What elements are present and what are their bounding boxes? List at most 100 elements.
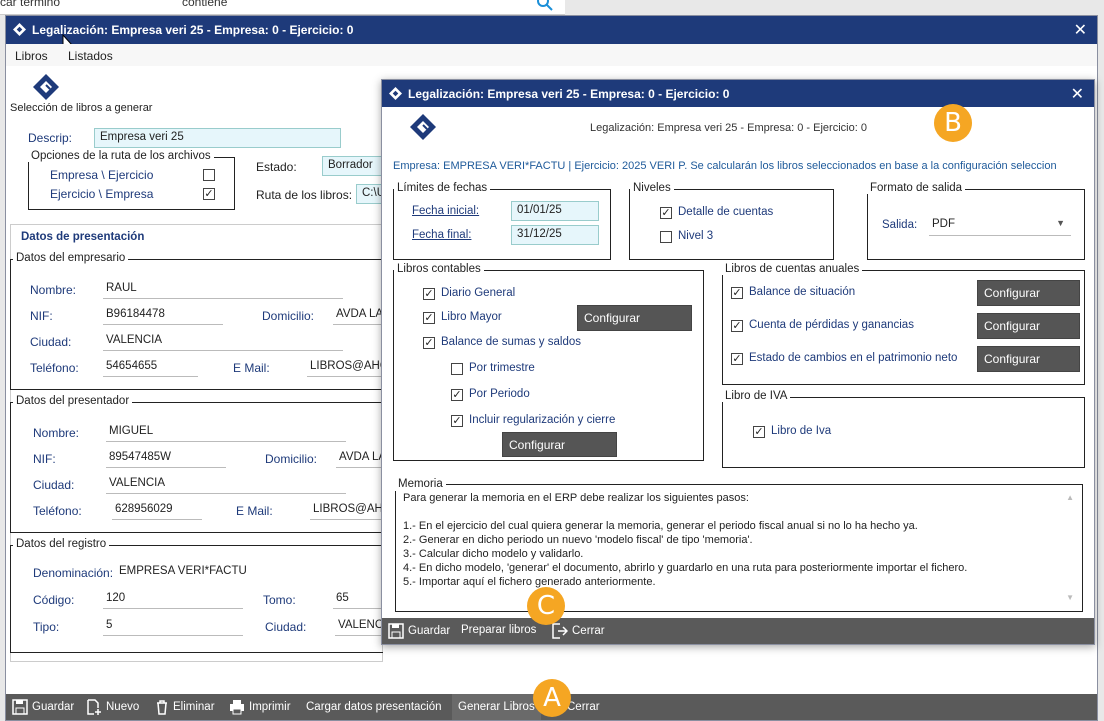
regularizacion-checkbox[interactable]: ✓ (451, 415, 463, 427)
presentador-nombre-input[interactable]: MIGUEL (106, 425, 346, 442)
fecha-final-label[interactable]: Fecha final: (412, 229, 471, 241)
annotation-badge-b: B (934, 104, 972, 142)
nivel3-checkbox[interactable] (660, 231, 672, 243)
main-nuevo-button[interactable]: Nuevo (106, 701, 139, 713)
dialog-close-button[interactable]: ✕ (1071, 84, 1084, 104)
registro-denominacion-input[interactable]: EMPRESA VERI*FACTU (116, 565, 383, 582)
printer-icon (230, 700, 244, 715)
chevron-down-icon: ▼ (1056, 218, 1065, 228)
fecha-inicial-label[interactable]: Fecha inicial: (412, 205, 479, 217)
empresario-telefono-input[interactable]: 54654655 (103, 360, 198, 377)
formato-salida-group: Formato de salida Salida: PDF ▼ (867, 182, 1085, 260)
menu-listados[interactable]: Listados (68, 49, 113, 63)
memoria-title: Memoria (395, 477, 446, 491)
balance-situacion-checkbox[interactable]: ✓ (731, 287, 743, 299)
main-guardar-button[interactable]: Guardar (32, 701, 74, 713)
opt-ejercicio-empresa-checkbox[interactable]: ✓ (203, 188, 215, 200)
main-cerrar-button[interactable]: Cerrar (567, 701, 600, 713)
empresario-email-input[interactable]: LIBROS@AHO (307, 360, 383, 377)
main-imprimir-button[interactable]: Imprimir (249, 701, 291, 713)
patrimonio-neto-checkbox[interactable]: ✓ (731, 353, 743, 365)
libro-iva-title: Libro de IVA (722, 390, 791, 402)
scroll-down-icon[interactable]: ▼ (1066, 591, 1074, 605)
configurar-situacion-button[interactable]: Configurar (977, 280, 1080, 306)
empresario-nif-input[interactable]: B96184478 (103, 308, 223, 325)
presentador-ciudad-label: Ciudad: (33, 478, 75, 492)
detalle-cuentas-checkbox[interactable]: ✓ (660, 207, 672, 219)
por-trimestre-label: Por trimestre (469, 362, 535, 374)
opciones-ruta-group: Opciones de la ruta de los archivos Empr… (28, 150, 235, 210)
menu-libros[interactable]: Libros (15, 49, 48, 63)
fecha-final-input[interactable]: 31/12/25 (511, 225, 599, 245)
configurar-patrimonio-button[interactable]: Configurar (977, 346, 1080, 372)
opt-empresa-ejercicio-label: Empresa \ Ejercicio (50, 168, 154, 182)
por-trimestre-checkbox[interactable] (451, 363, 463, 375)
registro-tipo-input[interactable]: 5 (103, 619, 243, 636)
memoria-line: 5.- Importar aquí el fichero generado an… (403, 576, 656, 588)
preparar-libros-button[interactable]: Preparar libros (461, 624, 536, 636)
balance-sumas-checkbox[interactable]: ✓ (423, 337, 435, 349)
presentador-nombre-label: Nombre: (33, 426, 80, 440)
memoria-line: 2.- Generar en dicho periodo un nuevo 'm… (403, 534, 753, 546)
configurar-mayor-button[interactable]: Configurar (577, 305, 692, 331)
empresario-ciudad-label: Ciudad: (30, 335, 72, 349)
annotation-badge-c: C (527, 587, 565, 625)
scroll-up-icon[interactable]: ▲ (1066, 491, 1074, 505)
estado-select[interactable]: Borrador (322, 156, 384, 176)
limites-fechas-group: Límites de fechas Fecha inicial: 01/01/2… (393, 182, 611, 260)
presentador-ciudad-input[interactable]: VALENCIA (106, 477, 346, 494)
dialog-guardar-button[interactable]: Guardar (408, 625, 450, 637)
por-periodo-checkbox[interactable]: ✓ (451, 389, 463, 401)
libro-mayor-checkbox[interactable]: ✓ (423, 312, 435, 324)
dialog-cerrar-button[interactable]: Cerrar (572, 625, 605, 637)
salida-label: Salida: (882, 219, 918, 231)
cuentas-anuales-title: Libros de cuentas anuales (722, 263, 863, 275)
presentador-domicilio-input[interactable]: AVDA LA (336, 451, 383, 468)
diario-general-checkbox[interactable]: ✓ (423, 288, 435, 300)
descrip-input[interactable]: Empresa veri 25 (94, 128, 341, 148)
limites-fechas-title: Límites de fechas (394, 182, 491, 194)
empresario-domicilio-label: Domicilio: (262, 309, 315, 323)
dialog-logo-icon (389, 87, 402, 100)
registro-ciudad-input[interactable]: VALENC (335, 619, 383, 636)
empresario-nombre-input[interactable]: RAUL (103, 282, 343, 299)
presentador-nif-input[interactable]: 89547485W (106, 451, 226, 468)
trash-icon (157, 700, 167, 715)
main-cargar-button[interactable]: Cargar datos presentación (306, 701, 442, 713)
memoria-textarea[interactable]: Memoria Para generar la memoria en el ER… (395, 477, 1083, 612)
libro-iva-checkbox[interactable]: ✓ (753, 426, 765, 438)
presentador-nif-label: NIF: (33, 452, 56, 466)
search-icon[interactable] (536, 0, 554, 12)
presentador-telefono-input[interactable]: 628956029 (112, 503, 202, 520)
memoria-line: 4.- En dicho modelo, 'generar' el docume… (403, 562, 968, 574)
search-term-fragment: car término (0, 0, 61, 9)
ruta-input[interactable]: C:\U (356, 184, 384, 204)
salida-select[interactable]: PDF ▼ (929, 218, 1071, 236)
background-search-strip: car término contiene (0, 0, 565, 15)
opt-ejercicio-empresa-label: Ejercicio \ Empresa (50, 187, 154, 201)
empresario-domicilio-input[interactable]: AVDA LA (333, 308, 383, 325)
opt-empresa-ejercicio-checkbox[interactable] (203, 169, 215, 181)
opciones-ruta-title: Opciones de la ruta de los archivos (28, 150, 214, 162)
fecha-inicial-input[interactable]: 01/01/25 (511, 201, 599, 221)
patrimonio-neto-label: Estado de cambios en el patrimonio neto (749, 352, 958, 364)
perdidas-ganancias-checkbox[interactable]: ✓ (731, 320, 743, 332)
presentador-email-input[interactable]: LIBROS@AHO (310, 503, 383, 520)
empresario-ciudad-input[interactable]: VALENCIA (103, 334, 343, 351)
main-generar-button[interactable]: Generar Libros (452, 694, 541, 720)
registro-codigo-input[interactable]: 120 (103, 592, 243, 609)
niveles-group: Niveles ✓ Detalle de cuentas Nivel 3 (629, 182, 834, 260)
configurar-perdidas-button[interactable]: Configurar (977, 313, 1080, 339)
diario-general-label: Diario General (441, 287, 516, 299)
app-logo-icon (13, 23, 26, 36)
main-eliminar-button[interactable]: Eliminar (173, 701, 215, 713)
dialog-title: Legalización: Empresa veri 25 - Empresa:… (408, 87, 730, 101)
salida-value: PDF (932, 218, 955, 230)
registro-tomo-input[interactable]: 65 (333, 592, 383, 609)
configurar-balance-button[interactable]: Configurar (502, 432, 617, 457)
main-close-button[interactable]: ✕ (1074, 20, 1087, 40)
annotation-badge-a: A (533, 679, 571, 717)
empresario-title: Datos del empresario (13, 252, 129, 264)
empresario-group: Datos del empresario Nombre: RAUL NIF: B… (10, 252, 383, 390)
libros-contables-group: Libros contables ✓ Diario General ✓ Libr… (393, 263, 704, 461)
